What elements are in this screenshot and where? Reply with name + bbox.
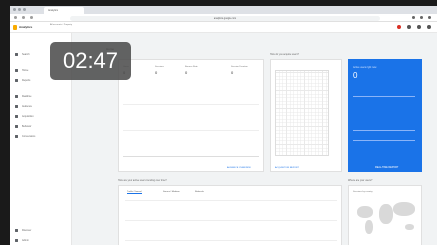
- apps-grid-icon[interactable]: [407, 25, 411, 29]
- notifications-icon[interactable]: [397, 25, 401, 29]
- chart-gridline: [125, 220, 337, 221]
- metric-value: 0: [155, 70, 158, 75]
- acquisition-icon: [15, 114, 18, 118]
- browser-toolbar: analytics.google.com: [10, 14, 437, 22]
- world-map-australia: [405, 224, 414, 230]
- card-title: How are your active users trending over …: [118, 179, 167, 182]
- metric-label: Session Duration: [231, 66, 248, 68]
- trend-card: Traffic Channel Source / Medium Referral…: [118, 185, 342, 245]
- realtime-report-link[interactable]: REAL-TIME REPORT: [375, 166, 398, 169]
- chart-gridline: [125, 200, 337, 201]
- map-card: Sessions by country: [348, 185, 422, 245]
- card-title: How do you acquire users?: [270, 53, 299, 56]
- realtime-title: Active users right now: [353, 66, 377, 69]
- clock-icon: [15, 94, 18, 98]
- property-selector[interactable]: All accounts › Property: [50, 24, 100, 31]
- tab-traffic-channel[interactable]: Traffic Channel: [127, 191, 142, 194]
- card-title: Where are your users?: [348, 179, 373, 182]
- heatmap-grid: [275, 70, 329, 156]
- behavior-icon: [15, 124, 18, 128]
- browser-window: Analytics analytics.google.com Analytics…: [10, 6, 437, 245]
- forward-icon[interactable]: [22, 16, 25, 19]
- back-icon[interactable]: [14, 16, 17, 19]
- maximize-window-button[interactable]: [23, 8, 26, 11]
- help-icon[interactable]: [417, 25, 421, 29]
- metric-label: Bounce Rate: [185, 66, 198, 68]
- reports-icon: [15, 78, 18, 82]
- app-header: Analytics All accounts › Property: [10, 22, 437, 33]
- browser-tab[interactable]: Analytics: [44, 7, 84, 14]
- map-subtitle: Sessions by country: [353, 191, 373, 193]
- metric-value: 0: [185, 70, 188, 75]
- realtime-divider: [353, 140, 415, 141]
- search-icon: [15, 52, 18, 56]
- home-icon: [15, 68, 18, 72]
- realtime-card: Active users right now 0 REAL-TIME REPOR…: [348, 59, 422, 172]
- analytics-logo-icon: [13, 25, 17, 30]
- sidebar-item-behavior[interactable]: Behavior: [15, 123, 31, 129]
- app-title: Analytics: [19, 25, 33, 29]
- chart-baseline: [123, 156, 259, 157]
- tab-source-medium[interactable]: Source / Medium: [163, 191, 180, 193]
- sidebar-item-search[interactable]: Search: [15, 51, 30, 57]
- browser-tab-bar: Analytics: [10, 6, 437, 14]
- sidebar-item-reports[interactable]: Reports: [15, 77, 30, 83]
- gear-icon: [15, 238, 18, 242]
- sidebar-item-admin[interactable]: Admin: [15, 237, 29, 243]
- sidebar-item-acquisition[interactable]: Acquisition: [15, 113, 34, 119]
- chart-gridline: [123, 130, 259, 131]
- account-avatar[interactable]: [427, 25, 431, 29]
- reload-icon[interactable]: [30, 16, 33, 19]
- chart-gridline: [123, 104, 259, 105]
- sidebar-item-realtime[interactable]: Realtime: [15, 93, 31, 99]
- window-controls: [13, 8, 26, 11]
- metric-value: 0: [231, 70, 234, 75]
- address-bar[interactable]: analytics.google.com: [70, 15, 380, 21]
- world-map-europe-africa: [379, 204, 393, 224]
- world-map-south-america: [365, 220, 373, 234]
- flag-icon: [15, 134, 18, 138]
- realtime-divider: [353, 96, 415, 97]
- sidebar-item-audience[interactable]: Audience: [15, 103, 32, 109]
- recording-timer: 02:47: [50, 42, 131, 80]
- realtime-value: 0: [353, 71, 358, 80]
- profile-icon[interactable]: [420, 16, 423, 19]
- user-icon: [15, 104, 18, 108]
- tab-referrals[interactable]: Referrals: [195, 191, 204, 193]
- acquisition-card: ACQUISITION REPORT: [270, 59, 342, 172]
- minimize-window-button[interactable]: [18, 8, 21, 11]
- lightbulb-icon: [15, 228, 18, 232]
- sidebar-item-conversions[interactable]: Conversions: [15, 133, 35, 139]
- overview-card: Users 0 Sessions 0 Bounce Rate 0 Session…: [118, 59, 264, 172]
- audience-overview-link[interactable]: AUDIENCE OVERVIEW: [227, 167, 251, 169]
- acquisition-report-link[interactable]: ACQUISITION REPORT: [275, 167, 299, 169]
- chart-gridline: [125, 240, 337, 241]
- metric-label: Sessions: [155, 66, 164, 68]
- sidebar-item-discover[interactable]: Discover: [15, 227, 31, 233]
- browser-menu-icon[interactable]: [428, 16, 431, 19]
- sidebar-item-home[interactable]: Home: [15, 67, 28, 73]
- extensions-icon[interactable]: [412, 16, 415, 19]
- world-map-americas: [357, 206, 373, 218]
- realtime-divider: [353, 130, 415, 131]
- world-map-asia: [393, 202, 415, 216]
- close-window-button[interactable]: [13, 8, 16, 11]
